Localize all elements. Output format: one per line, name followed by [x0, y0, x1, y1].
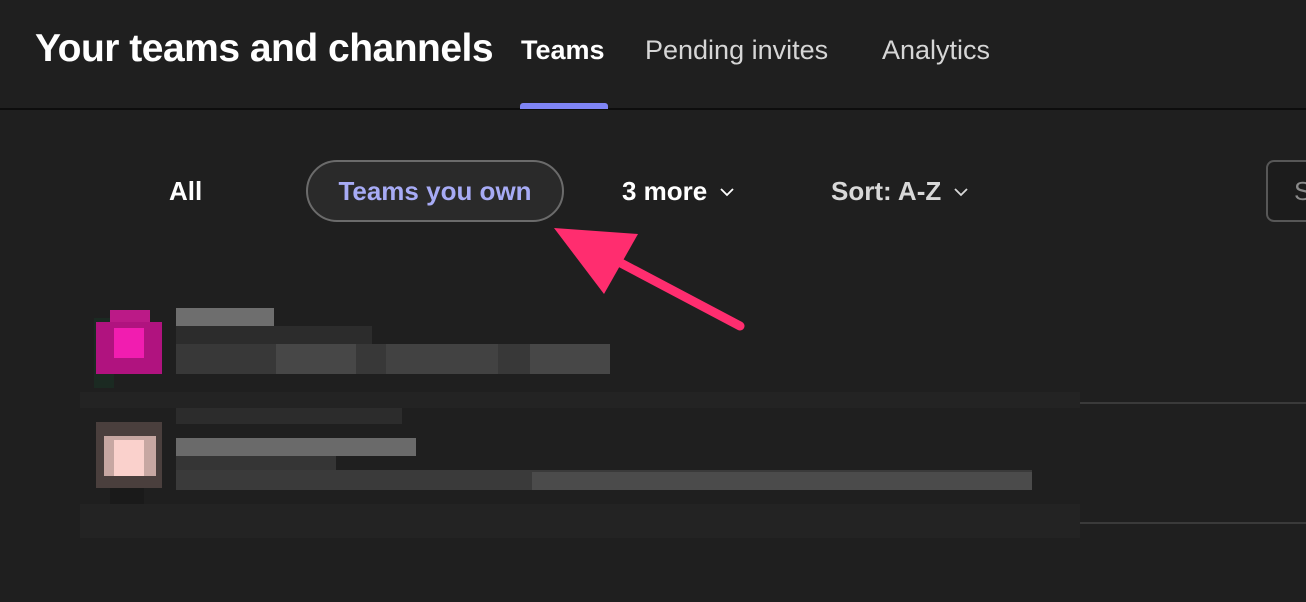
filter-more-label: 3 more: [622, 176, 708, 206]
header-bar: Your teams and channels Teams Pending in…: [0, 0, 1306, 110]
sort-dropdown[interactable]: Sort: A-Z: [831, 176, 969, 207]
filter-more-dropdown[interactable]: 3 more: [622, 176, 735, 207]
chevron-down-icon: [954, 187, 968, 196]
redacted-team-row-content: [80, 308, 1080, 408]
row-divider: [1080, 522, 1306, 524]
tab-teams[interactable]: Teams: [521, 35, 605, 66]
search-placeholder: S: [1294, 176, 1306, 206]
sort-label: Sort: A-Z: [831, 176, 942, 206]
team-row[interactable]: [80, 408, 1080, 538]
filter-all-button[interactable]: All: [169, 176, 202, 207]
filter-teams-you-own-button[interactable]: Teams you own: [306, 160, 564, 222]
redacted-team-row-content: [80, 408, 1080, 538]
chevron-down-icon: [720, 187, 734, 196]
search-input[interactable]: S: [1266, 160, 1306, 222]
active-tab-indicator: [520, 103, 608, 109]
page-title: Your teams and channels: [35, 27, 494, 70]
row-divider: [1080, 402, 1306, 404]
tab-analytics[interactable]: Analytics: [882, 35, 990, 66]
team-row[interactable]: [80, 308, 1080, 418]
tab-pending-invites[interactable]: Pending invites: [645, 35, 828, 66]
